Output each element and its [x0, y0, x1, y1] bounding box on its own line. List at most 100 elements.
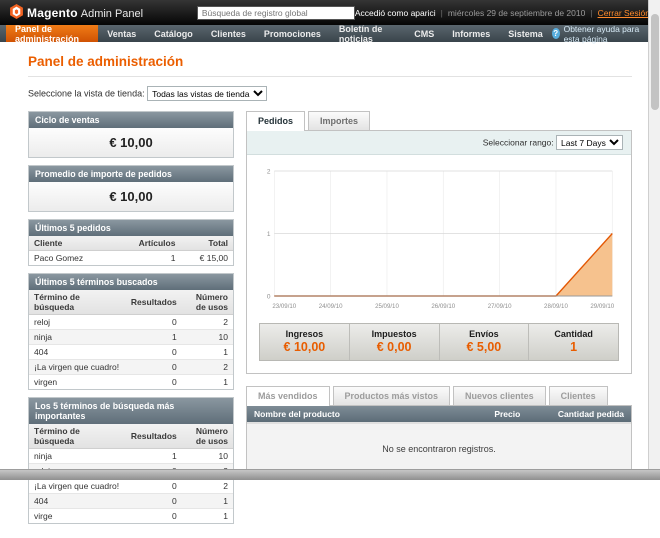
logout-link[interactable]: Cerrar Sesión [598, 8, 650, 18]
total-cell: Impuestos € 0,00 [350, 324, 440, 360]
table-row[interactable]: virge 0 1 [29, 508, 233, 523]
table-row[interactable]: ¡La virgen que cuadro! 0 2 [29, 478, 233, 494]
svg-text:0: 0 [267, 293, 271, 300]
column-header: Precio [458, 406, 528, 423]
column-header: Total [180, 236, 233, 251]
scrollbar-thumb[interactable] [651, 14, 659, 110]
header-separator: | [590, 7, 593, 18]
total-label: Ingresos [285, 329, 324, 339]
table-row[interactable]: ninja 1 10 [29, 329, 233, 345]
average-orders-title: Promedio de importe de pedidos [29, 166, 233, 182]
average-orders-value: € 10,00 [29, 182, 233, 211]
store-view-select[interactable]: Todas las vistas de tienda [147, 86, 268, 101]
grid-tab[interactable]: Productos más vistos [332, 386, 451, 405]
totals-bar: Ingresos € 10,00 Impuestos € 0,00 Envíos… [259, 323, 619, 361]
total-label: Envíos [469, 329, 499, 339]
logged-in-as: Accedió como aparici [354, 7, 436, 18]
help-link[interactable]: ? Obtener ayuda para esta página [551, 23, 660, 44]
column-header: Término de búsqueda [29, 424, 126, 449]
lifetime-sales-box: Ciclo de ventas € 10,00 [28, 111, 234, 158]
scrollbar[interactable] [648, 0, 660, 480]
range-label: Seleccionar rango: [482, 137, 554, 148]
nav-item[interactable]: Promociones [255, 25, 330, 42]
svg-text:24/09/10: 24/09/10 [319, 303, 343, 310]
column-header: Nombre del producto [247, 406, 459, 423]
table-row[interactable]: 404 0 1 [29, 493, 233, 509]
table-row[interactable]: reloj 0 2 [29, 314, 233, 330]
global-search-input[interactable] [196, 5, 355, 20]
nav-item[interactable]: Catálogo [145, 25, 202, 42]
dashboard-main: Pedidos Importes Seleccionar rango: Last… [246, 111, 632, 477]
nav-item[interactable]: Boletín de noticias [330, 24, 405, 44]
svg-text:29/09/10: 29/09/10 [590, 303, 614, 310]
last-orders-title: Últimos 5 pedidos [29, 220, 233, 236]
header-date: miércoles 29 de septiembre de 2010 [447, 7, 586, 18]
table-row[interactable]: ¡La virgen que cuadro! 0 2 [29, 359, 233, 375]
column-header: Término de búsqueda [29, 290, 126, 315]
total-value: € 10,00 [283, 340, 326, 354]
column-header: Artículos [133, 236, 181, 251]
column-header: Cliente [29, 236, 134, 251]
bottom-bar [0, 469, 660, 480]
magento-logo-icon [10, 4, 23, 21]
grid-tab[interactable]: Nuevos clientes [453, 386, 546, 405]
total-cell: Ingresos € 10,00 [260, 324, 350, 360]
lifetime-sales-value: € 10,00 [29, 128, 233, 157]
orders-chart: 0 1 2 23/09/10 24/09/10 25/09/10 26/09/10 27/09… [267, 168, 615, 310]
diagram-tab[interactable]: Importes [308, 111, 371, 130]
help-icon: ? [551, 28, 560, 39]
grid-tab[interactable]: Clientes [548, 386, 608, 405]
table-row[interactable]: virgen 0 1 [29, 374, 233, 389]
page-title: Panel de administración [28, 50, 632, 77]
diagram-tab[interactable]: Pedidos [246, 111, 306, 131]
top-header: MagentoAdmin Panel Accedió como aparici … [0, 0, 660, 25]
app-title: Magento Admin Panel [27, 5, 144, 20]
column-header: Resultados [125, 424, 182, 449]
last-search-terms-box: Últimos 5 términos buscados Término de b… [28, 273, 234, 390]
top-search-terms-box: Los 5 términos de búsqueda más important… [28, 397, 234, 524]
column-header: Resultados [125, 290, 182, 315]
lifetime-sales-title: Ciclo de ventas [29, 112, 233, 128]
total-label: Impuestos [371, 329, 417, 339]
range-select[interactable]: Last 7 Days [556, 135, 623, 150]
last-search-terms-title: Últimos 5 términos buscados [29, 274, 233, 290]
svg-text:2: 2 [267, 168, 271, 175]
grid-tab[interactable]: Más vendidos [246, 386, 330, 406]
nav-item[interactable]: Ventas [98, 25, 145, 42]
diagram-panel: Seleccionar rango: Last 7 Days 0 1 2 23/09/… [246, 130, 632, 374]
top-search-terms-title: Los 5 términos de búsqueda más important… [29, 398, 233, 424]
nav-item[interactable]: Informes [443, 25, 499, 42]
svg-text:1: 1 [267, 231, 271, 238]
table-row[interactable]: Paco Gomez 1 € 15,00 [29, 250, 233, 265]
total-cell: Cantidad 1 [529, 324, 618, 360]
nav-item[interactable]: Sistema [499, 25, 552, 42]
store-view-label: Seleccione la vista de tienda: [28, 88, 145, 99]
total-cell: Envíos € 5,00 [440, 324, 530, 360]
total-value: € 0,00 [376, 340, 412, 354]
table-row[interactable]: 404 0 1 [29, 344, 233, 360]
svg-text:23/09/10: 23/09/10 [272, 303, 296, 310]
table-row[interactable]: ninja 1 10 [29, 448, 233, 464]
products-grid-panel: Nombre del producto Precio Cantidad pedi… [246, 405, 632, 477]
nav-item[interactable]: CMS [405, 25, 443, 42]
svg-text:28/09/10: 28/09/10 [544, 303, 568, 310]
total-value: € 5,00 [466, 340, 502, 354]
column-header: Número de usos [181, 424, 233, 449]
nav-item[interactable]: Panel de administración [6, 24, 99, 44]
dashboard-content: Panel de administración Seleccione la vi… [0, 42, 660, 538]
total-value: 1 [570, 340, 578, 354]
column-header: Número de usos [181, 290, 233, 315]
magento-logo: Magento Admin Panel [10, 4, 197, 21]
dashboard-sidebar: Ciclo de ventas € 10,00 Promedio de impo… [28, 111, 234, 524]
header-separator: | [440, 7, 443, 18]
svg-text:27/09/10: 27/09/10 [488, 303, 512, 310]
svg-text:26/09/10: 26/09/10 [431, 303, 455, 310]
total-label: Cantidad [554, 329, 593, 339]
grid-tabs: Más vendidos Productos más vistos Nuevos… [246, 386, 632, 406]
nav-item[interactable]: Clientes [202, 25, 255, 42]
help-link-label: Obtener ayuda para esta página [563, 23, 640, 44]
main-nav: Panel de administración Ventas Catálogo … [0, 23, 660, 44]
column-header: Cantidad pedida [527, 406, 631, 423]
last-orders-box: Últimos 5 pedidos Cliente Artículos Tota… [28, 219, 234, 266]
average-orders-box: Promedio de importe de pedidos € 10,00 [28, 165, 234, 212]
